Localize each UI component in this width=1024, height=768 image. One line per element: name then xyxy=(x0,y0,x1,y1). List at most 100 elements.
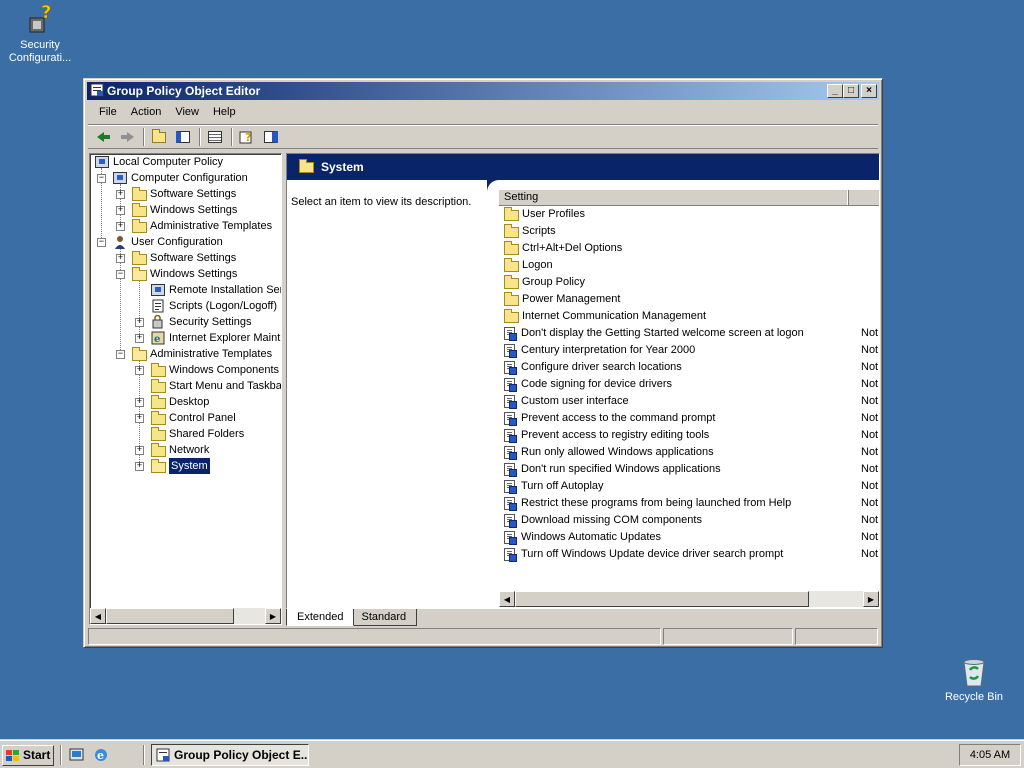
tree-item-local-computer-policy[interactable]: Local Computer Policy xyxy=(94,154,223,170)
tree-item-cc-software-settings[interactable]: Software Settings xyxy=(131,186,236,202)
expand-toggle[interactable]: + xyxy=(135,462,144,471)
policy-setting-icon xyxy=(503,377,518,392)
tree-item-system[interactable]: System xyxy=(150,458,210,474)
list-item-folder[interactable]: Group Policy xyxy=(499,274,879,291)
list-item-folder[interactable]: Power Management xyxy=(499,291,879,308)
tree-item-uc-windows-settings[interactable]: Windows Settings xyxy=(131,266,237,282)
start-button[interactable]: Start xyxy=(2,745,54,766)
column-header-setting[interactable]: Setting xyxy=(499,190,849,205)
list-item-policy[interactable]: Custom user interface Not xyxy=(499,393,879,410)
properties-button[interactable] xyxy=(260,127,282,147)
list-item-policy[interactable]: Restrict these programs from being launc… xyxy=(499,495,879,512)
quicklaunch-show-desktop-icon[interactable] xyxy=(69,747,85,763)
tree-item-start-menu-taskbar[interactable]: Start Menu and Taskba xyxy=(150,378,281,394)
gpedit-app-icon xyxy=(156,748,170,765)
tree-item-ie-maintenance[interactable]: e Internet Explorer Maint xyxy=(150,330,280,346)
tab-standard[interactable]: Standard xyxy=(350,609,418,626)
desktop-icon-recycle-bin[interactable]: Recycle Bin xyxy=(934,656,1014,704)
scroll-right-button[interactable]: ▶ xyxy=(265,608,281,624)
tree-item-shared-folders[interactable]: Shared Folders xyxy=(150,426,244,442)
list-item-policy[interactable]: Download missing COM components Not xyxy=(499,512,879,529)
menu-action[interactable]: Action xyxy=(124,104,169,120)
up-level-button[interactable] xyxy=(148,127,170,147)
quicklaunch-ie-icon[interactable]: e xyxy=(93,747,109,763)
menu-file[interactable]: File xyxy=(92,104,124,120)
list-item-policy[interactable]: Prevent access to the command prompt Not xyxy=(499,410,879,427)
expand-toggle[interactable]: + xyxy=(135,334,144,343)
tree-item-control-panel[interactable]: Control Panel xyxy=(150,410,236,426)
tree-item-uc-software-settings[interactable]: Software Settings xyxy=(131,250,236,266)
scroll-thumb[interactable] xyxy=(515,591,809,607)
list-item-policy[interactable]: Don't run specified Windows applications… xyxy=(499,461,879,478)
expand-toggle[interactable]: + xyxy=(135,366,144,375)
list-item-folder[interactable]: Internet Communication Management xyxy=(499,308,879,325)
list-item-policy[interactable]: Century interpretation for Year 2000 Not xyxy=(499,342,879,359)
list-item-folder[interactable]: Logon xyxy=(499,257,879,274)
collapse-toggle[interactable]: − xyxy=(97,174,106,183)
list-item-policy[interactable]: Run only allowed Windows applications Not xyxy=(499,444,879,461)
expand-toggle[interactable]: + xyxy=(116,222,125,231)
tree-item-label: Internet Explorer Maint xyxy=(169,332,281,344)
tree-horizontal-scrollbar[interactable]: ◀ ▶ xyxy=(90,608,281,624)
back-button[interactable] xyxy=(92,127,114,147)
tree-item-cc-windows-settings[interactable]: Windows Settings xyxy=(131,202,237,218)
tree-item-remote-installation[interactable]: Remote Installation Ser xyxy=(150,282,281,298)
policy-state: Not xyxy=(861,361,879,373)
list-item-policy[interactable]: Code signing for device drivers Not xyxy=(499,376,879,393)
list-item-folder[interactable]: Ctrl+Alt+Del Options xyxy=(499,240,879,257)
list-item-folder[interactable]: User Profiles xyxy=(499,206,879,223)
title-bar[interactable]: Group Policy Object Editor _ □ × xyxy=(87,82,879,100)
help-button[interactable]: ? xyxy=(236,127,258,147)
scroll-left-button[interactable]: ◀ xyxy=(499,591,515,607)
expand-toggle[interactable]: + xyxy=(135,398,144,407)
minimize-button[interactable]: _ xyxy=(827,84,843,98)
list-item-policy[interactable]: Turn off Autoplay Not xyxy=(499,478,879,495)
list-item-policy[interactable]: Windows Automatic Updates Not xyxy=(499,529,879,546)
expand-toggle[interactable]: + xyxy=(135,318,144,327)
tab-extended[interactable]: Extended xyxy=(286,609,355,626)
menu-view[interactable]: View xyxy=(168,104,206,120)
status-bar xyxy=(88,628,878,646)
tree-item-cc-administrative-templates[interactable]: Administrative Templates xyxy=(131,218,272,234)
tree-item-label: Windows Settings xyxy=(150,204,238,216)
policy-setting-icon xyxy=(503,530,518,545)
scroll-thumb[interactable] xyxy=(106,608,234,624)
forward-button[interactable] xyxy=(116,127,138,147)
expand-toggle[interactable]: + xyxy=(135,446,144,455)
desktop-icon-security-config[interactable]: ? Security Configurati... xyxy=(0,2,80,65)
expand-toggle[interactable]: + xyxy=(116,206,125,215)
show-hide-tree-button[interactable] xyxy=(172,127,194,147)
column-header-state[interactable] xyxy=(849,190,879,205)
tree-item-security-settings[interactable]: Security Settings xyxy=(150,314,252,330)
taskbar-button-gpedit[interactable]: Group Policy Object E... xyxy=(151,744,309,766)
list-item-policy[interactable]: Configure driver search locations Not xyxy=(499,359,879,376)
list-item-policy[interactable]: Turn off Windows Update device driver se… xyxy=(499,546,879,563)
list-item-policy[interactable]: Prevent access to registry editing tools… xyxy=(499,427,879,444)
collapse-toggle[interactable]: − xyxy=(116,270,125,279)
list-item-policy[interactable]: Don't display the Getting Started welcom… xyxy=(499,325,879,342)
tree-item-network[interactable]: Network xyxy=(150,442,209,458)
list-item-folder[interactable]: Scripts xyxy=(499,223,879,240)
scroll-left-button[interactable]: ◀ xyxy=(90,608,106,624)
clock[interactable]: 4:05 AM xyxy=(970,749,1010,761)
expand-toggle[interactable]: + xyxy=(135,414,144,423)
expand-toggle[interactable]: + xyxy=(116,190,125,199)
expand-toggle[interactable]: + xyxy=(116,254,125,263)
list-item-label: Scripts xyxy=(522,225,556,237)
tree-item-desktop[interactable]: Desktop xyxy=(150,394,209,410)
details-pane: System Select an item to view its descri… xyxy=(286,153,880,609)
scroll-right-button[interactable]: ▶ xyxy=(863,591,879,607)
menu-help[interactable]: Help xyxy=(206,104,243,120)
folder-icon xyxy=(150,378,166,393)
close-button[interactable]: × xyxy=(861,84,877,98)
tree-item-scripts[interactable]: Scripts (Logon/Logoff) xyxy=(150,298,277,314)
list-horizontal-scrollbar[interactable]: ◀ ▶ xyxy=(499,591,879,607)
tree-item-windows-components[interactable]: Windows Components xyxy=(150,362,279,378)
tree-item-user-configuration[interactable]: User Configuration xyxy=(112,234,223,250)
collapse-toggle[interactable]: − xyxy=(116,350,125,359)
export-list-button[interactable] xyxy=(204,127,226,147)
tree-item-computer-configuration[interactable]: Computer Configuration xyxy=(112,170,248,186)
collapse-toggle[interactable]: − xyxy=(97,238,106,247)
tree-item-uc-administrative-templates[interactable]: Administrative Templates xyxy=(131,346,272,362)
maximize-button[interactable]: □ xyxy=(843,84,859,98)
